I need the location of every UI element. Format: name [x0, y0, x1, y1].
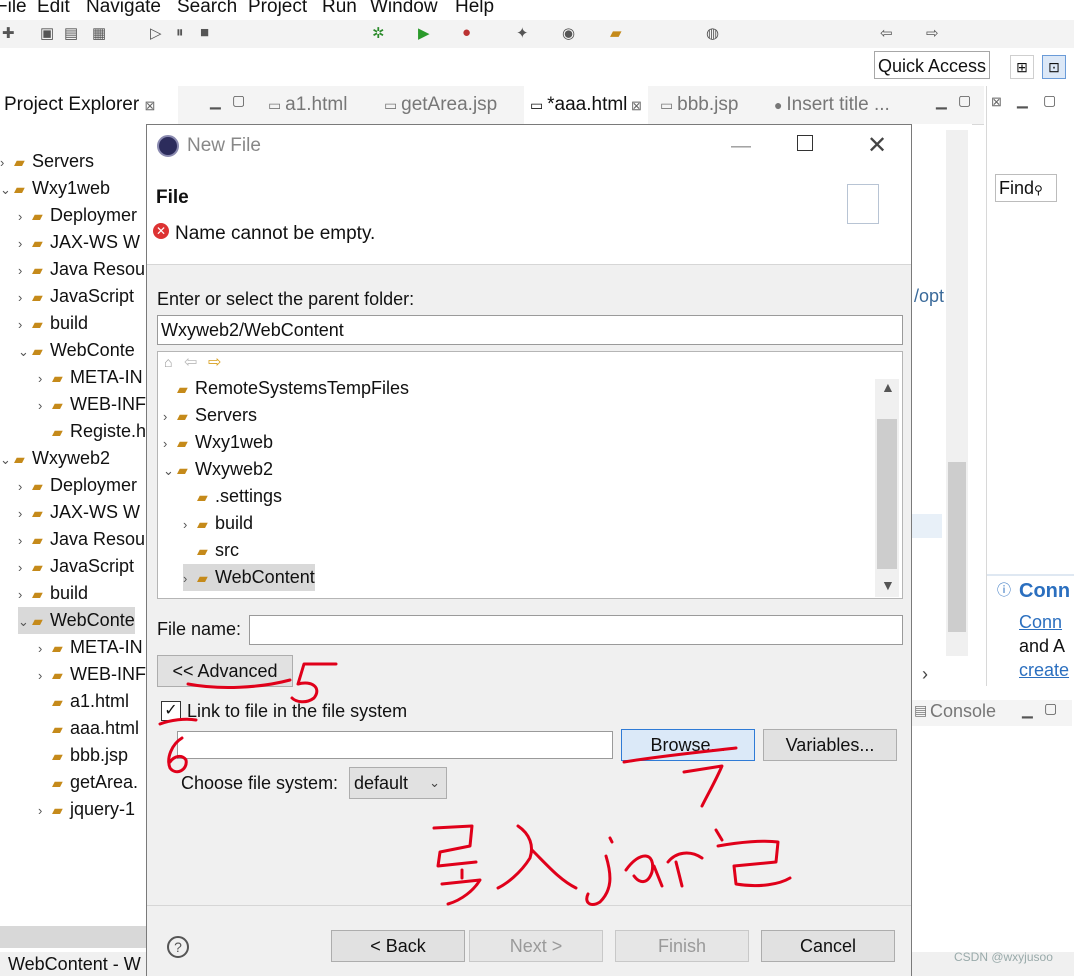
- annotation-underline-browse: [622, 746, 738, 764]
- annotation-number-7: [682, 764, 724, 808]
- annotation-number-5: [290, 662, 338, 704]
- annotation-char-4: [714, 828, 792, 888]
- annotation-underline-advanced: [186, 678, 292, 689]
- annotation-underline-link: [158, 717, 198, 726]
- annotation-char-1: [432, 824, 482, 906]
- annotation-char-3: [585, 836, 704, 906]
- annotation-number-6: [167, 736, 188, 774]
- handwritten-annotations: [158, 662, 792, 906]
- watermark: CSDN @wxyjusoo: [954, 950, 1053, 964]
- annotation-char-2: [496, 824, 578, 890]
